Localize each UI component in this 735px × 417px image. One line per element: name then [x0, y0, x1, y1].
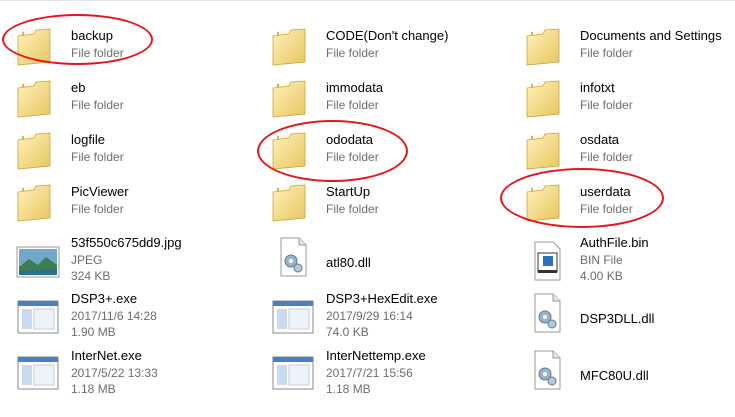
- file-item-eb[interactable]: eb File folder: [0, 80, 250, 130]
- dll-file-icon: [523, 293, 571, 333]
- folder-icon: [14, 78, 62, 118]
- file-item-logfile[interactable]: logfile File folder: [0, 132, 250, 182]
- file-type: File folder: [326, 46, 379, 60]
- exe-file-icon: [14, 352, 62, 392]
- folder-icon: [269, 182, 317, 222]
- file-type: File folder: [326, 98, 379, 112]
- file-size: 324 KB: [71, 269, 111, 283]
- image-file-icon: [14, 241, 62, 281]
- file-name: 53f550c675dd9.jpg: [71, 235, 182, 250]
- file-item-mfc80u-dll[interactable]: MFC80U.dll: [509, 348, 735, 398]
- exe-file-icon: [269, 352, 317, 392]
- folder-icon: [523, 130, 571, 170]
- file-size: 74.0 KB: [326, 325, 369, 339]
- file-type: 2017/11/6 14:28: [71, 309, 157, 323]
- folder-icon: [269, 26, 317, 66]
- file-size: 1.90 MB: [71, 325, 116, 339]
- folder-icon: [14, 26, 62, 66]
- file-type: 2017/5/22 13:33: [71, 366, 158, 380]
- file-name: infotxt: [580, 80, 615, 95]
- file-size: 1.18 MB: [326, 382, 371, 396]
- file-item-documents-and-settings[interactable]: Documents and Settings File folder: [509, 28, 735, 78]
- file-type: JPEG: [71, 253, 103, 267]
- file-type: File folder: [71, 150, 124, 164]
- file-name: userdata: [580, 184, 631, 199]
- file-item-dsp3dll-dll[interactable]: DSP3DLL.dll: [509, 291, 735, 341]
- file-type: File folder: [71, 98, 124, 112]
- file-name: atl80.dll: [326, 255, 371, 270]
- file-item-immodata[interactable]: immodata File folder: [255, 80, 505, 130]
- file-name: DSP3+HexEdit.exe: [326, 291, 438, 306]
- file-name: osdata: [580, 132, 620, 147]
- file-item-osdata[interactable]: osdata File folder: [509, 132, 735, 182]
- file-name: Documents and Settings: [580, 28, 722, 43]
- file-name: StartUp: [326, 184, 371, 199]
- exe-file-icon: [269, 296, 317, 336]
- folder-icon: [523, 26, 571, 66]
- file-name: CODE(Don't change): [326, 28, 449, 43]
- bin-file-icon: [523, 241, 571, 281]
- file-item-picviewer[interactable]: PicViewer File folder: [0, 184, 250, 234]
- file-type: File folder: [580, 46, 633, 60]
- file-item-backup[interactable]: backup File folder: [0, 28, 250, 78]
- file-item-dsp3-exe[interactable]: DSP3+.exe 2017/11/6 14:28 1.90 MB: [0, 291, 250, 341]
- file-name: eb: [71, 80, 86, 95]
- file-name: logfile: [71, 132, 105, 147]
- file-name: DSP3+.exe: [71, 291, 138, 306]
- file-item-userdata[interactable]: userdata File folder: [509, 184, 735, 234]
- file-size: 1.18 MB: [71, 382, 116, 396]
- file-type: BIN File: [580, 253, 623, 267]
- dll-file-icon: [269, 237, 317, 277]
- folder-icon: [269, 78, 317, 118]
- file-type: 2017/7/21 15:56: [326, 366, 413, 380]
- file-item-infotxt[interactable]: infotxt File folder: [509, 80, 735, 130]
- file-item-startup[interactable]: StartUp File folder: [255, 184, 505, 234]
- file-type: File folder: [71, 202, 124, 216]
- dll-file-icon: [523, 350, 571, 390]
- file-item-internet-exe[interactable]: InterNet.exe 2017/5/22 13:33 1.18 MB: [0, 348, 250, 398]
- file-type: 2017/9/29 16:14: [326, 309, 413, 323]
- file-item-53f550c675dd9-jpg[interactable]: 53f550c675dd9.jpg JPEG 324 KB: [0, 235, 250, 285]
- file-name: InterNet.exe: [71, 348, 142, 363]
- exe-file-icon: [14, 296, 62, 336]
- folder-icon: [269, 130, 317, 170]
- file-name: immodata: [326, 80, 384, 95]
- file-type: File folder: [326, 202, 379, 216]
- file-type: File folder: [580, 150, 633, 164]
- file-item-code-don-t-change[interactable]: CODE(Don't change) File folder: [255, 28, 505, 78]
- file-name: AuthFile.bin: [580, 235, 649, 250]
- file-name: InterNettemp.exe: [326, 348, 426, 363]
- folder-icon: [523, 182, 571, 222]
- folder-icon: [523, 78, 571, 118]
- file-name: MFC80U.dll: [580, 368, 649, 383]
- file-item-ododata[interactable]: ododata File folder: [255, 132, 505, 182]
- file-item-internettemp-exe[interactable]: InterNettemp.exe 2017/7/21 15:56 1.18 MB: [255, 348, 505, 398]
- folder-icon: [14, 182, 62, 222]
- file-name: ododata: [326, 132, 373, 147]
- file-item-atl80-dll[interactable]: atl80.dll: [255, 235, 505, 285]
- file-type: File folder: [580, 98, 633, 112]
- file-item-authfile-bin[interactable]: AuthFile.bin BIN File 4.00 KB: [509, 235, 735, 285]
- file-item-dsp3-hexedit-exe[interactable]: DSP3+HexEdit.exe 2017/9/29 16:14 74.0 KB: [255, 291, 505, 341]
- file-grid: backup File folder CODE(Don't change) File …: [0, 0, 735, 417]
- folder-icon: [14, 130, 62, 170]
- file-type: File folder: [580, 202, 633, 216]
- file-name: backup: [71, 28, 113, 43]
- file-name: PicViewer: [71, 184, 129, 199]
- file-type: File folder: [71, 46, 124, 60]
- file-type: File folder: [326, 150, 379, 164]
- file-name: DSP3DLL.dll: [580, 311, 655, 326]
- file-size: 4.00 KB: [580, 269, 623, 283]
